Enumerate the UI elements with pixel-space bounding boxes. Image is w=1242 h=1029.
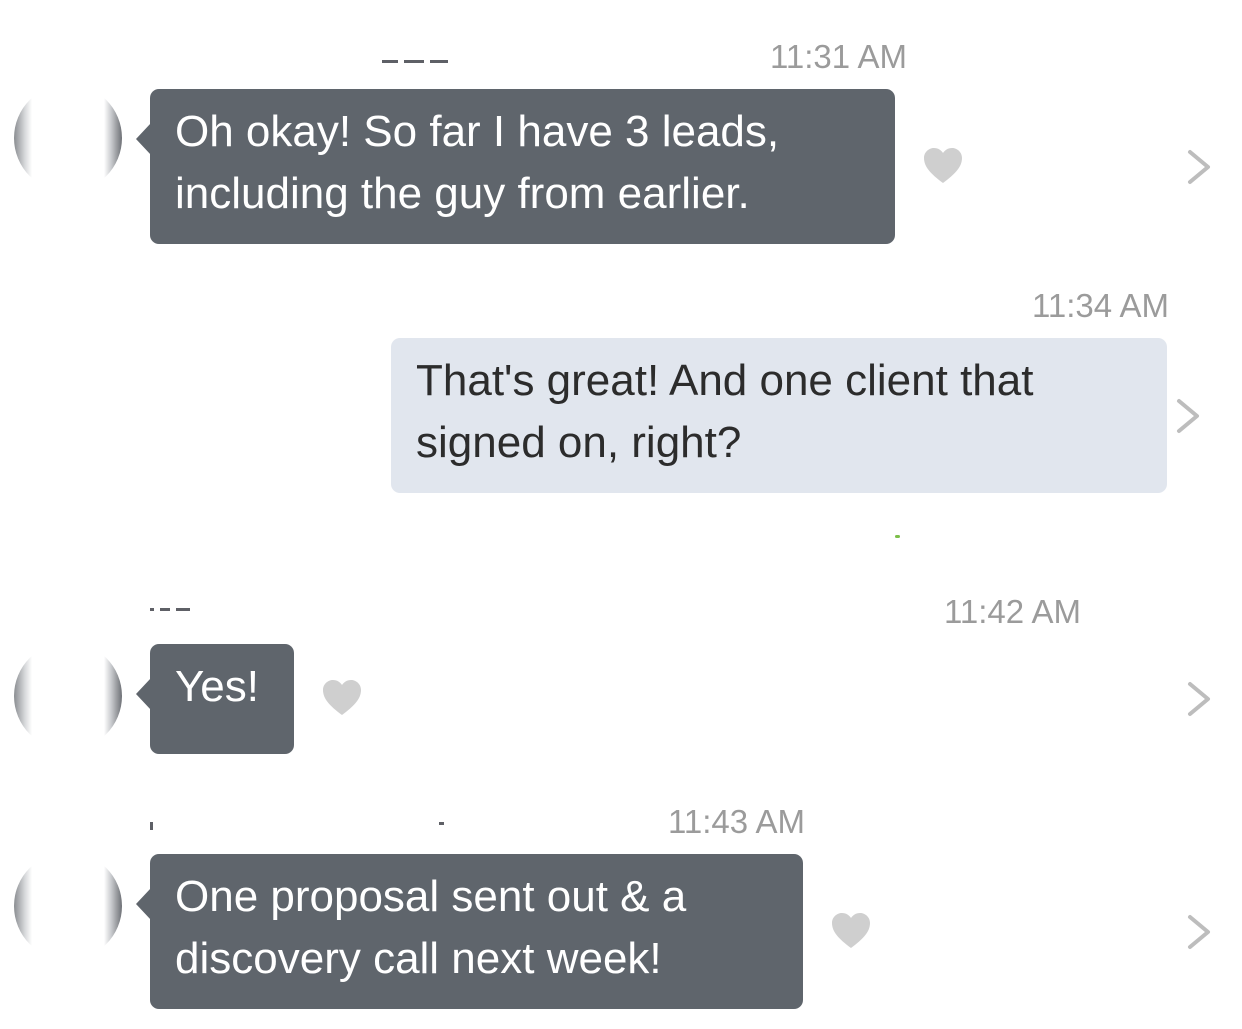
chevron-right-icon[interactable] <box>1186 914 1212 950</box>
message-timestamp: 11:34 AM <box>1032 287 1169 324</box>
message-bubble[interactable]: That's great! And one client that signed… <box>391 338 1167 493</box>
message-timestamp: 11:43 AM <box>668 803 805 840</box>
message-bubble[interactable]: Oh okay! So far I have 3 leads, includin… <box>136 89 895 244</box>
contact-avatar[interactable] <box>14 84 122 192</box>
message-timestamp: 11:42 AM <box>944 593 1081 630</box>
message-text-line: Yes! <box>175 662 260 711</box>
message-text-line: One proposal sent out & a <box>175 872 687 921</box>
heart-icon[interactable] <box>831 912 871 950</box>
message-timestamp: 11:31 AM <box>770 38 907 75</box>
message-text-line: Oh okay! So far I have 3 leads, <box>175 107 780 156</box>
message-text-line: That's great! And one client that <box>416 356 1034 405</box>
message-text-line: signed on, right? <box>416 418 742 467</box>
chevron-right-icon[interactable] <box>1186 149 1212 185</box>
chevron-right-icon[interactable] <box>1175 398 1201 434</box>
message-text-line: including the guy from earlier. <box>175 169 750 218</box>
heart-icon[interactable] <box>923 147 963 185</box>
message-text-line: discovery call next week! <box>175 934 662 983</box>
chevron-right-icon[interactable] <box>1186 681 1212 717</box>
contact-avatar[interactable] <box>14 642 122 750</box>
message-bubble[interactable]: Yes! <box>136 644 294 754</box>
message-bubble[interactable]: One proposal sent out & a discovery call… <box>136 854 803 1009</box>
heart-icon[interactable] <box>322 679 362 717</box>
contact-avatar[interactable] <box>14 852 122 960</box>
sender-name-redacted <box>150 608 210 616</box>
sender-name-redacted <box>150 822 460 830</box>
delivery-indicator <box>895 535 900 538</box>
sender-name-redacted <box>382 60 462 68</box>
